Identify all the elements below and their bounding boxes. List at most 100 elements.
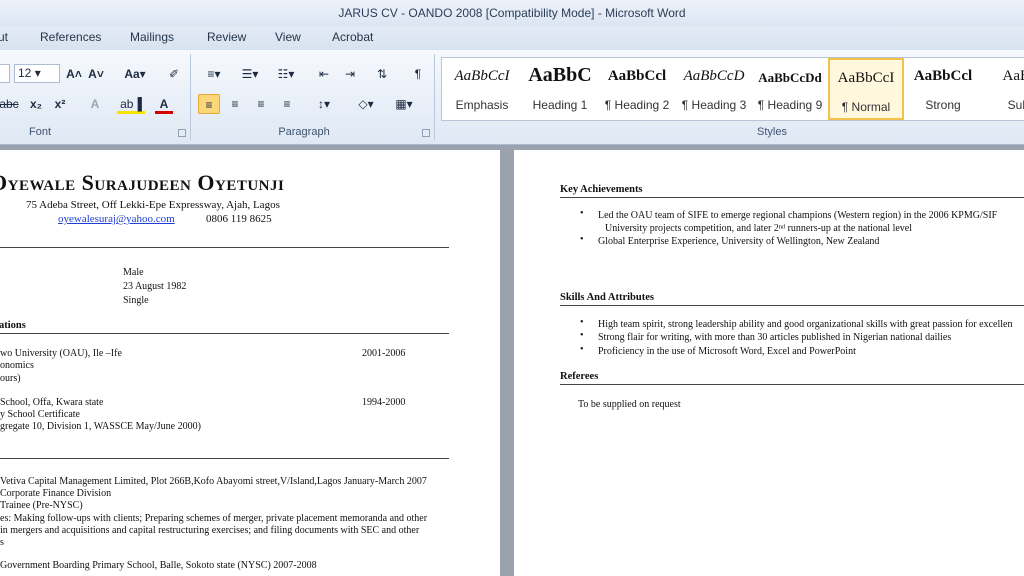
- tab-review[interactable]: Review: [207, 30, 246, 44]
- document-area[interactable]: Oyewale Surajudeen Oyetunji 75 Adeba Str…: [0, 146, 1024, 576]
- ribbon-separator: [190, 54, 191, 140]
- style-subtitle[interactable]: AaBb Subt: [982, 58, 1024, 120]
- cv-name: Oyewale Surajudeen Oyetunji: [0, 170, 285, 195]
- align-center-button[interactable]: ≡: [224, 94, 246, 114]
- experience-line: es: Making follow-ups with clients; Prep…: [0, 513, 428, 524]
- edu-date: 2001-2006: [362, 348, 406, 359]
- strikethrough-button[interactable]: abc: [0, 94, 20, 114]
- bullet: •: [580, 208, 584, 219]
- achievement-item: Global Enterprise Experience, University…: [598, 236, 880, 247]
- title-bar: JARUS CV - OANDO 2008 [Compatibility Mod…: [0, 0, 1024, 26]
- style-emphasis[interactable]: AaBbCcI Emphasis: [444, 58, 520, 120]
- tab-view[interactable]: View: [275, 30, 301, 44]
- skill-item: Proficiency in the use of Microsoft Word…: [598, 346, 856, 357]
- style-sample: AaBbCcI: [454, 68, 510, 84]
- increase-indent-button[interactable]: ⇥: [340, 64, 360, 84]
- decrease-indent-button[interactable]: ⇤: [314, 64, 334, 84]
- style-name: ¶ Heading 2: [604, 98, 670, 112]
- edu-line: gregate 10, Division 1, WASSCE May/June …: [0, 421, 201, 432]
- page-left[interactable]: Oyewale Surajudeen Oyetunji 75 Adeba Str…: [0, 150, 500, 576]
- clear-formatting-button[interactable]: ✐: [163, 64, 185, 84]
- group-label-paragraph: Paragraph: [278, 126, 330, 138]
- style-name: Heading 1: [532, 98, 588, 112]
- achievement-item: Led the OAU team of SIFE to emerge regio…: [598, 210, 998, 221]
- style-heading-3[interactable]: AaBbCcD ¶ Heading 3: [676, 58, 752, 120]
- subscript-button[interactable]: x₂: [26, 94, 46, 114]
- bullets-button[interactable]: ≡▾: [200, 64, 228, 84]
- style-sample: AaBbCcl: [913, 68, 973, 84]
- experience-line: Trainee (Pre-NYSC): [0, 500, 83, 511]
- tab-references[interactable]: References: [40, 30, 101, 44]
- bullet: •: [580, 344, 584, 355]
- edu-line: School, Offa, Kwara state: [0, 397, 104, 408]
- style-sample: AaBbCcDd: [758, 70, 822, 85]
- style-heading-2[interactable]: AaBbCcl ¶ Heading 2: [599, 58, 675, 120]
- experience-line: Government Boarding Primary School, Ball…: [0, 560, 317, 571]
- style-name: ¶ Heading 9: [757, 98, 823, 112]
- borders-button[interactable]: ▦▾: [390, 94, 418, 114]
- section-rule: [560, 197, 1024, 198]
- style-sample: AaBbCcl: [607, 68, 667, 84]
- highlight-button[interactable]: ab▐: [117, 94, 145, 114]
- superscript-button[interactable]: x²: [50, 94, 70, 114]
- font-size-value: 12: [18, 66, 32, 80]
- skills-heading: Skills And Attributes: [560, 292, 654, 303]
- align-right-button[interactable]: ≡: [250, 94, 272, 114]
- paragraph-dialog-launcher[interactable]: [422, 129, 430, 137]
- style-strong[interactable]: AaBbCcl Strong: [905, 58, 981, 120]
- font-dialog-launcher[interactable]: [178, 129, 186, 137]
- edu-line: onomics: [0, 360, 34, 371]
- phone-number: 0806 119 8625: [206, 213, 272, 225]
- grow-font-button[interactable]: A˄: [64, 64, 84, 84]
- style-sample: AaBbCcI: [837, 70, 895, 86]
- page-right[interactable]: Key Achievements • Led the OAU team of S…: [514, 150, 1024, 576]
- experience-line: in mergers and acquisitions and capital …: [0, 525, 420, 536]
- section-rule: [0, 247, 449, 248]
- align-left-button[interactable]: ≡: [198, 94, 220, 114]
- section-rule: [0, 458, 449, 459]
- tab-acrobat[interactable]: Acrobat: [332, 30, 373, 44]
- referees-text: To be supplied on request: [578, 399, 681, 410]
- style-name: ¶ Normal: [841, 100, 891, 114]
- style-sample: AaBbCcD: [683, 68, 745, 84]
- edu-line: ours): [0, 373, 21, 384]
- section-rule: [0, 333, 449, 334]
- ribbon-tabs: ut References Mailings Review View Acrob…: [0, 26, 1024, 50]
- font-name-combo[interactable]: [0, 64, 10, 83]
- style-normal[interactable]: AaBbCcI ¶ Normal: [828, 58, 904, 120]
- change-case-button[interactable]: Aa▾: [120, 64, 150, 84]
- font-color-button[interactable]: A: [155, 94, 173, 114]
- achievements-heading: Key Achievements: [560, 184, 643, 195]
- ribbon-separator: [434, 54, 435, 140]
- sort-button[interactable]: ⇅: [372, 64, 392, 84]
- tab-mailings[interactable]: Mailings: [130, 30, 174, 44]
- edu-line: y School Certificate: [0, 409, 80, 420]
- tab-layout[interactable]: ut: [0, 30, 8, 44]
- text-effects-button[interactable]: A: [84, 94, 106, 114]
- line-spacing-button[interactable]: ↕▾: [310, 94, 338, 114]
- numbering-button[interactable]: ☰▾: [236, 64, 264, 84]
- multilevel-list-button[interactable]: ☷▾: [272, 64, 300, 84]
- style-sample: AaBbC: [528, 64, 592, 86]
- style-heading-9[interactable]: AaBbCcDd ¶ Heading 9: [752, 58, 828, 120]
- font-size-combo[interactable]: 12 ▾: [14, 64, 60, 83]
- address-line: 75 Adeba Street, Off Lekki-Epe Expresswa…: [26, 199, 280, 211]
- styles-gallery: AaBbCcI Emphasis AaBbC Heading 1 AaBbCcl…: [441, 57, 1024, 121]
- style-name: Subt: [1007, 98, 1024, 112]
- email-link[interactable]: oyewalesuraj@yahoo.com: [58, 213, 175, 225]
- gender: Male: [123, 267, 144, 278]
- edu-line: wo University (OAU), Ile –Ife: [0, 348, 122, 359]
- shrink-font-button[interactable]: A˅: [86, 64, 106, 84]
- qualifications-heading: ations: [0, 320, 26, 331]
- justify-button[interactable]: ≡: [276, 94, 298, 114]
- style-heading-1[interactable]: AaBbC Heading 1: [522, 58, 598, 120]
- referees-heading: Referees: [560, 371, 599, 382]
- skill-item: Strong flair for writing, with more than…: [598, 332, 952, 343]
- style-name: Strong: [925, 98, 961, 112]
- edu-date: 1994-2000: [362, 397, 406, 408]
- bullet: •: [580, 330, 584, 341]
- skill-item: High team spirit, strong leadership abil…: [598, 319, 1013, 330]
- show-formatting-button[interactable]: ¶: [408, 64, 428, 84]
- group-label-font: Font: [28, 126, 51, 138]
- shading-button[interactable]: ◇▾: [352, 94, 380, 114]
